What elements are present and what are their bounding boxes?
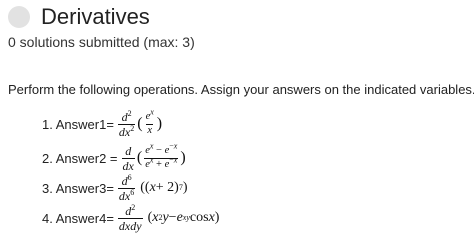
question-1: 1. Answer1= d2 dx2 ( ex x ) [42,107,162,141]
question-1-label: 1. Answer1= [42,116,114,132]
question-4-expression: d2 dxdy (x 2 y − e xy cos x) [117,202,220,233]
question-3: 3. Answer3= d6 dx6 ((x + 2) 7) [42,171,188,205]
question-1-expression: d2 dx2 ( ex x ) [117,107,163,139]
question-2-label: 2. Answer2 = [42,150,118,166]
question-4: 4. Answer4= d2 dxdy (x 2 y − e xy cos x) [42,201,219,235]
status-circle-icon [8,6,30,28]
problem-header: Derivatives [8,2,150,32]
problem-instructions: Perform the following operations. Assign… [8,82,474,97]
problem-title: Derivatives [41,4,150,29]
question-2-expression: d dx ( ex − e−x ex + e−x ) [121,141,186,173]
submission-count: 0 solutions submitted (max: 3) [8,34,195,50]
question-2: 2. Answer2 = d dx ( ex − e−x ex + e−x ) [42,141,186,175]
question-4-label: 4. Answer4= [42,210,114,226]
question-3-expression: d6 dx6 ((x + 2) 7) [117,172,188,203]
question-3-label: 3. Answer3= [42,180,114,196]
